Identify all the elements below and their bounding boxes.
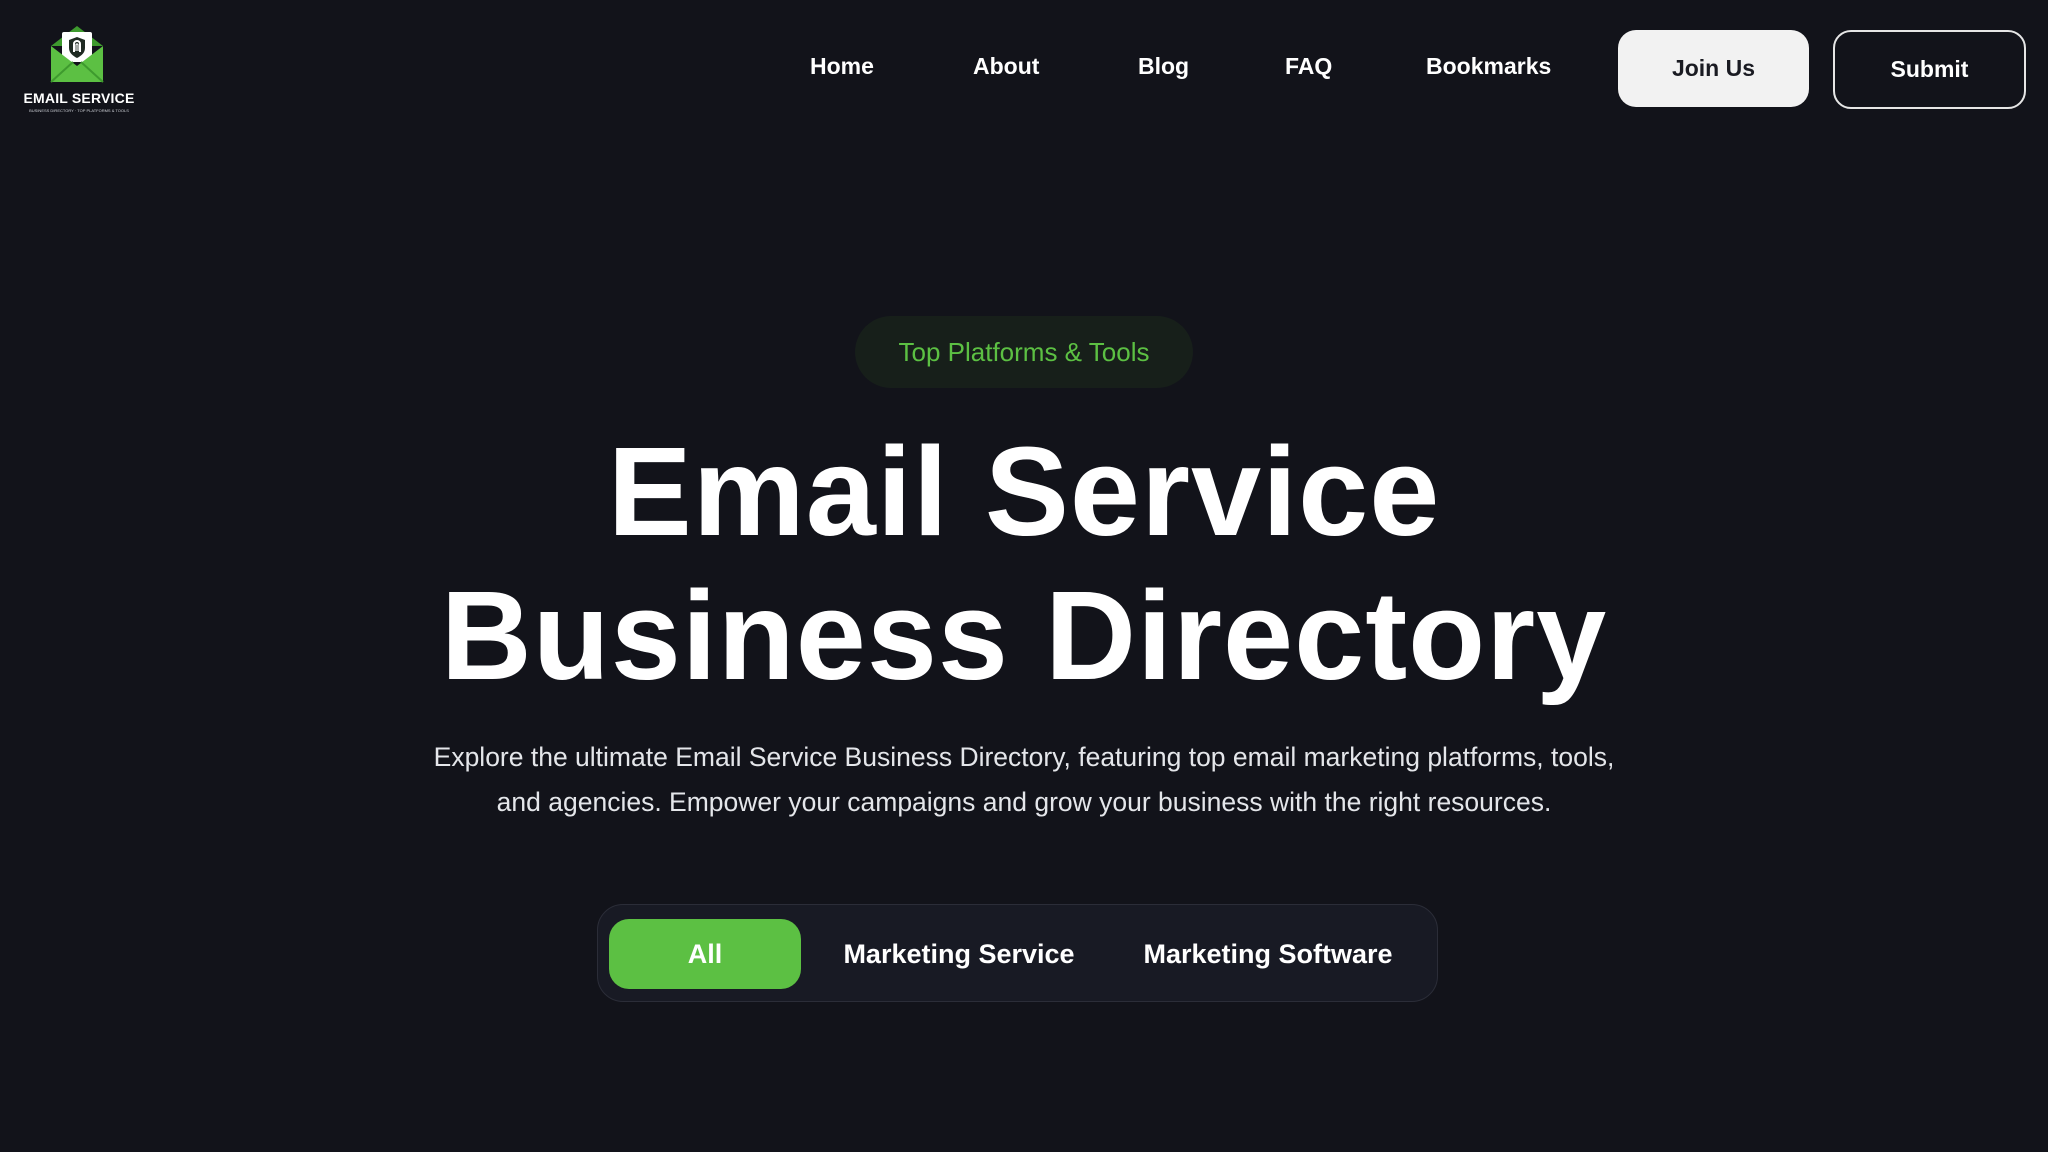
site-header: EMAIL SERVICE BUSINESS DIRECTORY · TOP P…	[0, 0, 2048, 133]
hero-description: Explore the ultimate Email Service Busin…	[433, 742, 1615, 817]
category-filter-tabs: All Marketing Service Marketing Software	[597, 904, 1438, 1002]
nav-home[interactable]: Home	[810, 46, 874, 86]
envelope-shield-icon	[50, 26, 104, 83]
tab-all[interactable]: All	[609, 919, 801, 989]
logo-title: EMAIL SERVICE	[23, 90, 135, 106]
nav-bookmarks[interactable]: Bookmarks	[1426, 46, 1551, 86]
nav-faq[interactable]: FAQ	[1285, 46, 1332, 86]
tab-marketing-service[interactable]: Marketing Service	[818, 919, 1100, 989]
site-logo[interactable]: EMAIL SERVICE BUSINESS DIRECTORY · TOP P…	[22, 24, 136, 116]
page: EMAIL SERVICE BUSINESS DIRECTORY · TOP P…	[0, 0, 2048, 1152]
join-us-button[interactable]: Join Us	[1618, 30, 1809, 107]
nav-blog[interactable]: Blog	[1138, 46, 1189, 86]
submit-button[interactable]: Submit	[1833, 30, 2026, 109]
hero-title: Email Service Business Directory	[0, 420, 2048, 708]
logo-subtitle: BUSINESS DIRECTORY · TOP PLATFORMS & TOO…	[29, 108, 129, 113]
nav-about[interactable]: About	[973, 46, 1039, 86]
tab-marketing-software[interactable]: Marketing Software	[1118, 919, 1418, 989]
hero-title-line-1: Email Service	[607, 421, 1441, 562]
hero-badge: Top Platforms & Tools	[855, 316, 1193, 388]
hero-title-line-2: Business Directory	[440, 565, 1608, 706]
